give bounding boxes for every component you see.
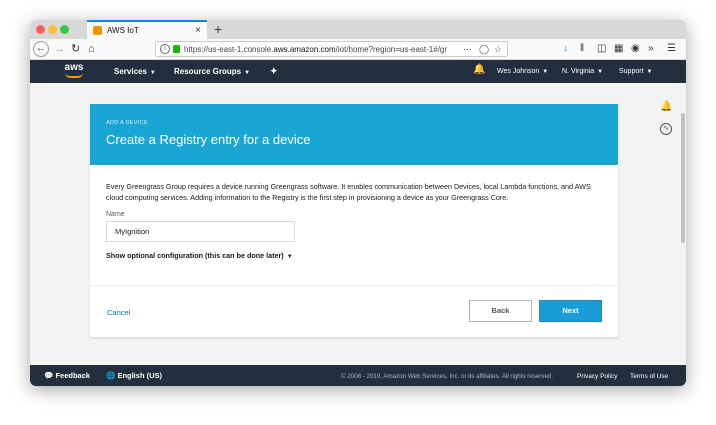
- new-tab-button[interactable]: +: [214, 21, 222, 37]
- bookmark-star-icon[interactable]: ☆: [494, 43, 502, 55]
- feedback-link[interactable]: 💬 Feedback: [44, 370, 90, 381]
- library-icon[interactable]: ‖: [580, 42, 584, 56]
- optional-config-label: Show optional configuration (this can be…: [106, 251, 284, 260]
- resource-groups-label: Resource Groups: [174, 67, 242, 76]
- services-label: Services: [114, 67, 147, 76]
- pin-icon[interactable]: ✦: [270, 66, 278, 77]
- scrollbar-thumb[interactable]: [681, 113, 685, 243]
- account-icon[interactable]: ◉: [631, 42, 640, 56]
- home-icon[interactable]: ⌂: [88, 42, 95, 56]
- close-tab-icon[interactable]: ×: [195, 25, 201, 36]
- activity-icon[interactable]: ∿: [660, 123, 672, 135]
- download-icon[interactable]: ↓: [563, 42, 568, 56]
- feedback-icon: 💬: [44, 371, 54, 380]
- globe-icon: 🌐: [106, 371, 116, 380]
- forward-icon[interactable]: →: [54, 42, 65, 56]
- maximize-window-button[interactable]: [60, 25, 69, 34]
- next-button[interactable]: Next: [539, 300, 602, 322]
- overflow-icon[interactable]: »: [648, 42, 654, 56]
- user-name: Wes Johnson: [497, 68, 540, 75]
- url-bar[interactable]: i https://us-east-1.console.aws.amazon.c…: [155, 41, 508, 57]
- card-header: ADD A DEVICE Create a Registry entry for…: [90, 104, 618, 165]
- main-content: 🔔 ∿ ADD A DEVICE Create a Registry entry…: [30, 83, 686, 365]
- divider: [90, 285, 618, 286]
- chevron-down-icon: ▼: [244, 70, 251, 76]
- language-selector[interactable]: 🌐 English (US): [106, 370, 162, 381]
- feedback-label: Feedback: [55, 371, 91, 380]
- scrollbar[interactable]: [680, 83, 686, 365]
- optional-config-toggle[interactable]: Show optional configuration (this can be…: [106, 251, 293, 260]
- support-label: Support: [619, 68, 644, 75]
- services-menu[interactable]: Services ▼: [114, 66, 156, 79]
- description-text: Every Greengrass Group requires a device…: [106, 182, 591, 202]
- back-icon[interactable]: ←: [33, 41, 49, 57]
- url-text[interactable]: https://us-east-1.console.aws.amazon.com…: [184, 44, 454, 55]
- browser-window: AWS IoT × + ← → ↻ ⌂ i https://us-east-1.…: [30, 20, 686, 386]
- cancel-link[interactable]: Cancel: [107, 308, 130, 317]
- region-name: N. Virginia: [562, 68, 595, 75]
- step-eyebrow: ADD A DEVICE: [106, 120, 148, 126]
- resource-groups-menu[interactable]: Resource Groups ▼: [174, 66, 250, 79]
- sidebar-icon[interactable]: ◫: [597, 42, 606, 56]
- copyright-text: © 2008 - 2019, Amazon Web Services, Inc.…: [341, 373, 554, 380]
- name-label: Name: [106, 211, 125, 218]
- navigation-bar: ← → ↻ ⌂ i https://us-east-1.console.aws.…: [30, 39, 686, 60]
- pocket-icon[interactable]: ◯: [479, 43, 489, 55]
- tab-title: AWS IoT: [107, 26, 139, 35]
- aws-logo[interactable]: aws: [62, 62, 86, 80]
- lock-icon[interactable]: [173, 45, 180, 53]
- aws-favicon-icon: [93, 26, 102, 35]
- menu-icon[interactable]: ☰: [667, 42, 676, 56]
- chevron-down-icon: ▼: [597, 69, 604, 75]
- page-title: Create a Registry entry for a device: [106, 132, 311, 147]
- language-label: English (US): [117, 371, 163, 380]
- close-window-button[interactable]: [36, 25, 45, 34]
- back-button[interactable]: Back: [469, 300, 532, 322]
- reader-icon[interactable]: ▦: [614, 42, 623, 56]
- url-prefix: https://us-east-1.console.: [184, 45, 274, 54]
- chevron-down-icon: ▼: [149, 70, 156, 76]
- chevron-down-icon: ▼: [646, 69, 653, 75]
- aws-console-header: aws Services ▼ Resource Groups ▼ ✦ 🔔 Wes J…: [30, 60, 686, 83]
- notification-bell-icon[interactable]: 🔔: [660, 101, 672, 113]
- support-menu[interactable]: Support ▼: [619, 66, 652, 78]
- caret-down-icon: ▼: [286, 254, 293, 260]
- tab-bar: AWS IoT × +: [30, 20, 686, 39]
- terms-of-use-link[interactable]: Terms of Use: [630, 371, 668, 382]
- aws-smile-icon: [65, 73, 83, 78]
- chevron-down-icon: ▼: [542, 69, 549, 75]
- url-host: aws.amazon.com: [273, 45, 336, 54]
- bell-icon[interactable]: 🔔: [473, 64, 485, 76]
- info-icon[interactable]: i: [160, 44, 170, 54]
- console-footer: 💬 Feedback 🌐 English (US) © 2008 - 2019,…: [30, 365, 686, 386]
- user-menu[interactable]: Wes Johnson ▼: [497, 66, 548, 78]
- url-path: /iot/home?region=us-east-1#/gr: [335, 45, 448, 54]
- tab-aws-iot[interactable]: AWS IoT ×: [87, 20, 207, 39]
- region-menu[interactable]: N. Virginia ▼: [562, 66, 603, 78]
- minimize-window-button[interactable]: [48, 25, 57, 34]
- add-device-card: ADD A DEVICE Create a Registry entry for…: [90, 104, 618, 337]
- page-actions-icon[interactable]: ⋯: [463, 43, 472, 55]
- privacy-policy-link[interactable]: Privacy Policy: [577, 371, 617, 382]
- reload-icon[interactable]: ↻: [71, 42, 80, 56]
- name-input[interactable]: MyIgnition: [106, 221, 295, 242]
